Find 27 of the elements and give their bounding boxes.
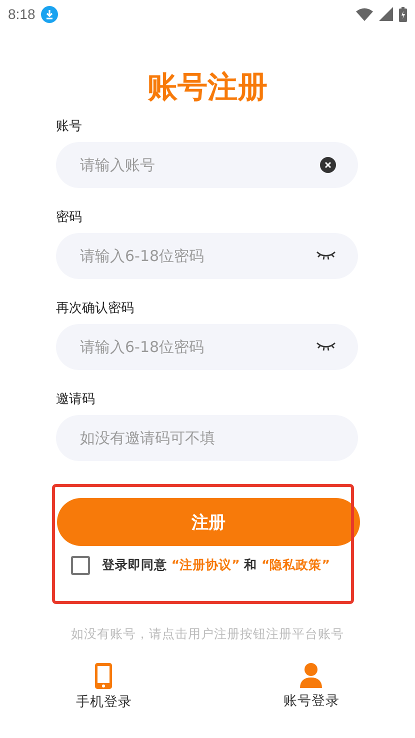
login-tab[interactable]: 账号登录 [283, 663, 340, 710]
field-label: 邀请码 [56, 391, 96, 409]
hint-text: 如没有账号，请点击用户注册按钮注册平台账号 [70, 626, 345, 643]
clear-icon[interactable] [320, 157, 336, 173]
register-button[interactable]: 注册 [57, 498, 360, 546]
field-label: 密码 [56, 209, 83, 227]
phone-icon [95, 663, 112, 689]
input-field[interactable]: 请输入6-18位密码 [56, 324, 358, 370]
agreement-text: 登录即同意 “注册协议” 和 “隐私政策” [102, 557, 330, 574]
closed-eye-icon[interactable] [316, 342, 336, 352]
terms-link[interactable]: “注册协议” [171, 557, 240, 572]
status-time: 8:18 [8, 6, 36, 22]
wifi-icon [356, 8, 373, 20]
input-field[interactable]: 请输入账号 [56, 142, 358, 188]
checkbox[interactable] [71, 556, 90, 575]
closed-eye-icon[interactable] [316, 251, 336, 261]
input-field[interactable]: 如没有邀请码可不填 [56, 415, 358, 461]
field-label: 再次确认密码 [56, 300, 135, 318]
battery-icon [399, 6, 407, 22]
page-title: 账号注册 [146, 70, 268, 106]
login-tab[interactable]: 手机登录 [76, 663, 132, 711]
input-field[interactable]: 请输入6-18位密码 [56, 233, 358, 279]
privacy-link[interactable]: “隐私政策” [262, 557, 330, 572]
person-icon [300, 663, 322, 688]
signal-icon [379, 7, 393, 21]
field-label: 账号 [56, 118, 83, 136]
download-icon [41, 6, 58, 22]
